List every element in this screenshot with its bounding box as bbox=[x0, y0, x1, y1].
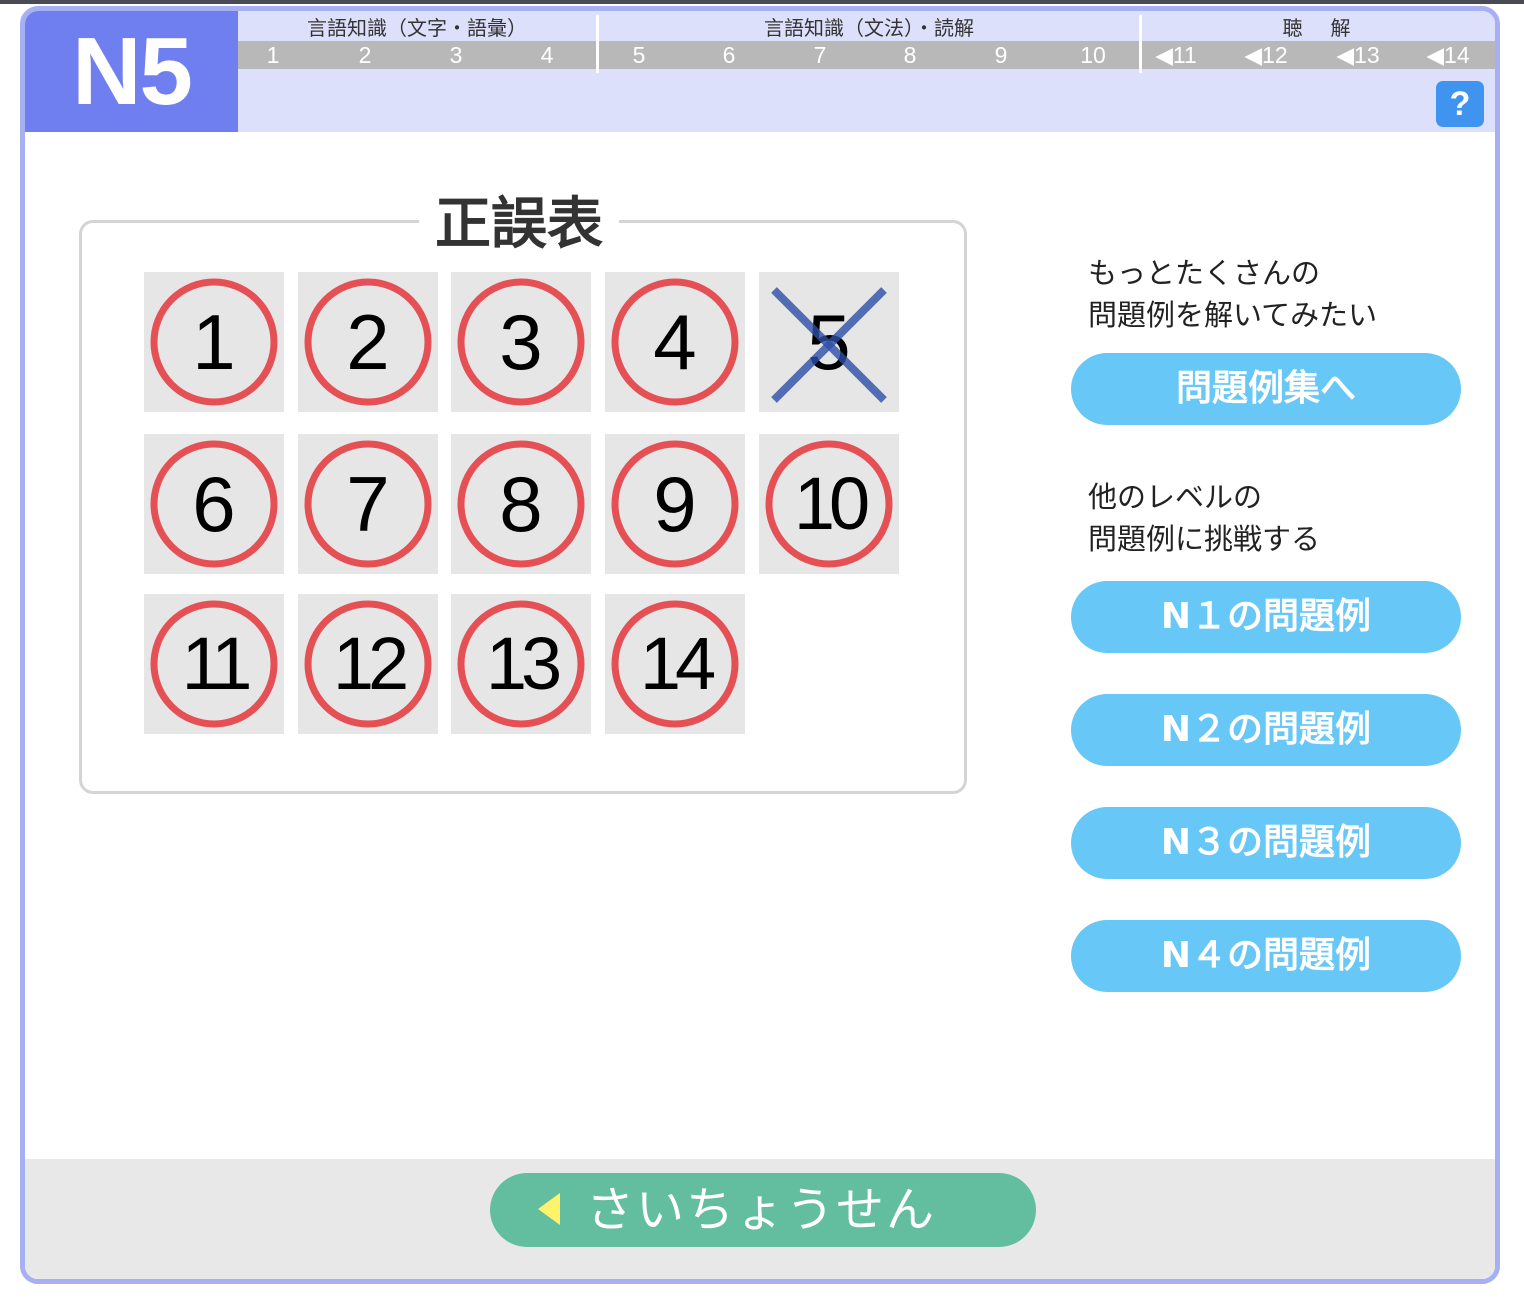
section-title-vocabulary: 言語知識（文字・語彙） bbox=[307, 15, 527, 40]
n2-examples-button[interactable]: N２の問題例 bbox=[1071, 694, 1461, 766]
correct-circle-icon bbox=[611, 600, 739, 728]
question-link-12[interactable]: ◀12 bbox=[1231, 41, 1301, 69]
question-link-1[interactable]: 1 bbox=[238, 41, 308, 69]
question-link-9[interactable]: 9 bbox=[966, 41, 1036, 69]
more-examples-text-line1: もっとたくさんの bbox=[1088, 256, 1321, 290]
score-table-title: 正誤表 bbox=[419, 185, 619, 265]
question-link-6[interactable]: 6 bbox=[694, 41, 764, 69]
correct-circle-icon bbox=[611, 278, 739, 406]
level-badge: N5 bbox=[25, 11, 238, 132]
other-levels-text-line2: 問題例に挑戦する bbox=[1088, 522, 1321, 556]
n1-examples-button[interactable]: N１の問題例 bbox=[1071, 581, 1461, 653]
question-link-14[interactable]: ◀14 bbox=[1413, 41, 1483, 69]
result-cell: 5 bbox=[759, 272, 899, 412]
correct-circle-icon bbox=[457, 440, 585, 568]
correct-circle-icon bbox=[304, 278, 432, 406]
section-title-listening: 聴 解 bbox=[1282, 15, 1355, 40]
question-link-7[interactable]: 7 bbox=[785, 41, 855, 69]
result-cell: 13 bbox=[451, 594, 591, 734]
n3-examples-button[interactable]: N３の問題例 bbox=[1071, 807, 1461, 879]
correct-circle-icon bbox=[150, 600, 278, 728]
header-bar: N5 言語知識（文字・語彙） 言語知識（文法）・読解 聴 解 1 2 3 4 5… bbox=[25, 11, 1495, 132]
quiz-frame: N5 言語知識（文字・語彙） 言語知識（文法）・読解 聴 解 1 2 3 4 5… bbox=[20, 6, 1500, 1284]
result-cell: 2 bbox=[298, 272, 438, 412]
question-link-13[interactable]: ◀13 bbox=[1323, 41, 1393, 69]
window-top-edge bbox=[0, 0, 1524, 4]
other-levels-text-line1: 他のレベルの bbox=[1088, 480, 1263, 514]
example-collection-button[interactable]: 問題例集へ bbox=[1071, 353, 1461, 425]
retry-button[interactable]: さいちょうせん bbox=[490, 1173, 1036, 1247]
result-cell: 12 bbox=[298, 594, 438, 734]
correct-circle-icon bbox=[765, 440, 893, 568]
back-arrow-icon bbox=[538, 1193, 560, 1225]
question-link-11[interactable]: ◀11 bbox=[1141, 41, 1211, 69]
question-link-10[interactable]: 10 bbox=[1058, 41, 1128, 69]
correct-circle-icon bbox=[457, 278, 585, 406]
result-cell: 9 bbox=[605, 434, 745, 574]
wrong-cross-icon bbox=[771, 287, 887, 403]
section-divider bbox=[596, 15, 599, 73]
correct-circle-icon bbox=[304, 600, 432, 728]
retry-button-label: さいちょうせん bbox=[586, 1182, 937, 1238]
n4-examples-button[interactable]: N４の問題例 bbox=[1071, 920, 1461, 992]
result-cell: 8 bbox=[451, 434, 591, 574]
correct-circle-icon bbox=[457, 600, 585, 728]
question-link-3[interactable]: 3 bbox=[421, 41, 491, 69]
result-cell: 14 bbox=[605, 594, 745, 734]
question-link-4[interactable]: 4 bbox=[512, 41, 582, 69]
correct-circle-icon bbox=[304, 440, 432, 568]
result-cell: 4 bbox=[605, 272, 745, 412]
result-cell: 1 bbox=[144, 272, 284, 412]
correct-circle-icon bbox=[150, 440, 278, 568]
correct-circle-icon bbox=[150, 278, 278, 406]
result-cell: 3 bbox=[451, 272, 591, 412]
section-title-grammar-reading: 言語知識（文法）・読解 bbox=[764, 15, 974, 40]
correct-circle-icon bbox=[611, 440, 739, 568]
result-cell: 6 bbox=[144, 434, 284, 574]
help-button[interactable]: ? bbox=[1436, 81, 1484, 127]
question-link-5[interactable]: 5 bbox=[604, 41, 674, 69]
result-cell: 7 bbox=[298, 434, 438, 574]
result-cell: 11 bbox=[144, 594, 284, 734]
question-link-2[interactable]: 2 bbox=[330, 41, 400, 69]
result-cell: 10 bbox=[759, 434, 899, 574]
more-examples-text-line2: 問題例を解いてみたい bbox=[1088, 298, 1378, 332]
question-link-8[interactable]: 8 bbox=[875, 41, 945, 69]
